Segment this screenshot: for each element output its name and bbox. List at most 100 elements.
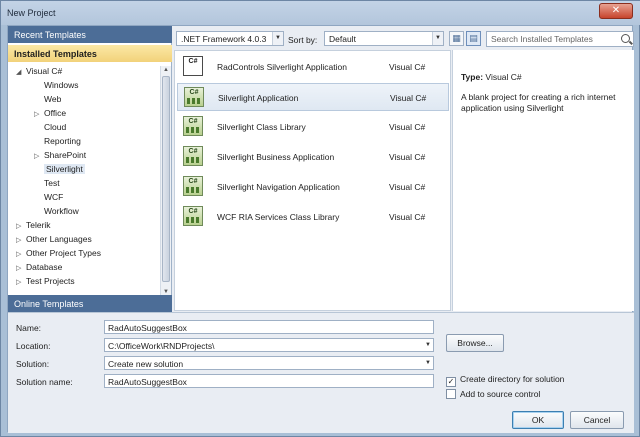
expand-arrow-icon[interactable]: ▷ — [16, 264, 26, 272]
template-language: Visual C# — [389, 62, 426, 72]
location-field[interactable]: C:\OfficeWork\RNDProjects\ ▼ — [104, 338, 434, 352]
template-row[interactable]: C# Silverlight Business Application Visual… — [177, 143, 449, 171]
close-icon: ✕ — [611, 5, 621, 16]
browse-button[interactable]: Browse... — [446, 334, 504, 352]
expand-arrow-icon[interactable]: ▷ — [16, 278, 26, 286]
search-placeholder: Search Installed Templates — [491, 34, 593, 44]
solution-value: Create new solution — [108, 359, 184, 369]
tree-item[interactable]: Windows — [34, 80, 78, 93]
search-templates-input[interactable]: Search Installed Templates — [486, 31, 634, 47]
tree-item[interactable]: ▷ Test Projects — [16, 276, 75, 289]
tree-item[interactable]: ▷ Office — [34, 108, 66, 121]
csharp-file-icon: C# — [183, 56, 203, 76]
business-app-icon: C# — [183, 146, 203, 166]
template-tree: ◢ Visual C# Windows Web ▷ Office Cloud Reportin… — [8, 66, 160, 294]
expand-arrow-icon[interactable]: ▷ — [34, 110, 44, 118]
chevron-down-icon: ▼ — [425, 360, 431, 366]
create-directory-label: Create directory for solution — [460, 374, 565, 384]
tree-item-label: Telerik — [26, 220, 51, 230]
tree-item[interactable]: Test — [34, 178, 60, 191]
template-row[interactable]: C# WCF RIA Services Class Library Visual C… — [177, 203, 449, 231]
tree-item-label: Workflow — [44, 206, 79, 216]
description-type: Type: Visual C# — [461, 72, 522, 82]
template-description: Type: Visual C# A blank project for crea… — [452, 50, 634, 311]
recent-templates-header[interactable]: Recent Templates — [8, 26, 172, 43]
close-button[interactable]: ✕ — [599, 3, 633, 19]
online-templates-header[interactable]: Online Templates — [8, 295, 172, 312]
expand-arrow-icon[interactable]: ▷ — [16, 222, 26, 230]
name-field[interactable]: RadAutoSuggestBox — [104, 320, 434, 334]
checkbox-box[interactable]: ✓ — [446, 377, 456, 387]
tree-item-label: Reporting — [44, 136, 81, 146]
tree-item[interactable]: Workflow — [34, 206, 79, 219]
name-value: RadAutoSuggestBox — [108, 323, 187, 333]
title-bar[interactable]: New Project ✕ — [1, 1, 640, 25]
expand-arrow-icon[interactable]: ▷ — [16, 236, 26, 244]
solution-name-field[interactable]: RadAutoSuggestBox — [104, 374, 434, 388]
tree-item[interactable]: Web — [34, 94, 61, 107]
ok-button[interactable]: OK — [512, 411, 564, 429]
template-row[interactable]: C# Silverlight Class Library Visual C# — [177, 113, 449, 141]
tree-item[interactable]: ▷ Telerik — [16, 220, 51, 233]
template-name: RadControls Silverlight Application — [217, 62, 347, 72]
tree-item-label: Other Languages — [26, 234, 92, 244]
scroll-thumb[interactable] — [162, 76, 170, 282]
grid-view-icon: ▦ — [452, 33, 461, 43]
create-directory-checkbox[interactable]: ✓ Create directory for solution — [446, 374, 564, 387]
solution-select[interactable]: Create new solution ▼ — [104, 356, 434, 370]
type-value: Visual C# — [485, 72, 522, 82]
checkbox-box[interactable] — [446, 389, 456, 399]
template-navigation: Recent Templates Installed Templates ◢ Vi… — [8, 26, 172, 311]
chevron-down-icon: ▼ — [272, 32, 283, 45]
icon-bars — [186, 127, 200, 133]
framework-value: .NET Framework 4.0.3 — [181, 34, 267, 44]
tree-item[interactable]: ▷ Other Project Types — [16, 248, 101, 261]
new-project-window: New Project ✕ Recent Templates Installed… — [0, 0, 640, 437]
template-row[interactable]: C# RadControls Silverlight Application Vis… — [177, 53, 449, 81]
tree-scrollbar[interactable]: ▲ ▼ — [160, 66, 171, 296]
tree-item-label: Web — [44, 94, 62, 104]
framework-select[interactable]: .NET Framework 4.0.3 ▼ — [176, 31, 284, 46]
icon-bars — [186, 157, 200, 163]
expand-arrow-icon[interactable]: ▷ — [34, 152, 44, 160]
type-label: Type: — [461, 72, 484, 82]
sortby-value: Default — [329, 34, 356, 44]
template-row[interactable]: C# Silverlight Navigation Application Visu… — [177, 173, 449, 201]
tree-item[interactable]: WCF — [34, 192, 63, 205]
medium-icons-view-button[interactable]: ▤ — [466, 31, 481, 46]
navigation-app-icon: C# — [183, 176, 203, 196]
scroll-up-icon[interactable]: ▲ — [163, 67, 169, 73]
description-text: A blank project for creating a rich inte… — [461, 92, 616, 113]
tree-item-label: Other Project Types — [26, 248, 101, 258]
ria-library-icon: C# — [183, 206, 203, 226]
tree-item[interactable]: Reporting — [34, 136, 81, 149]
cancel-button[interactable]: Cancel — [570, 411, 624, 429]
sortby-select[interactable]: Default ▼ — [324, 31, 444, 46]
source-control-label: Add to source control — [460, 389, 541, 399]
tree-item-label: Cloud — [44, 122, 67, 132]
template-name: Silverlight Business Application — [217, 152, 335, 162]
source-control-checkbox[interactable]: Add to source control — [446, 389, 540, 399]
tree-item[interactable]: ▷ SharePoint — [34, 150, 86, 163]
template-language: Visual C# — [389, 212, 426, 222]
template-list: C# RadControls Silverlight Application Vis… — [174, 50, 451, 311]
tree-item[interactable]: ▷ Other Languages — [16, 234, 92, 247]
template-language: Visual C# — [389, 182, 426, 192]
tree-item-label: WCF — [44, 192, 64, 202]
search-icon[interactable] — [621, 34, 630, 43]
chevron-down-icon: ▼ — [425, 342, 431, 348]
tree-item-label: Silverlight — [44, 164, 85, 174]
template-row[interactable]: C# Silverlight Application Visual C# — [177, 83, 449, 111]
tree-item[interactable]: ▷ Database — [16, 262, 62, 275]
template-language: Visual C# — [389, 152, 426, 162]
small-icons-view-button[interactable]: ▦ — [449, 31, 464, 46]
tree-item[interactable]: Cloud — [34, 122, 66, 135]
expand-arrow-icon[interactable]: ◢ — [16, 68, 26, 76]
tree-item[interactable]: Silverlight — [34, 164, 85, 177]
solution-name-label: Solution name: — [16, 377, 73, 387]
template-name: Silverlight Application — [218, 93, 299, 103]
template-name: WCF RIA Services Class Library — [217, 212, 340, 222]
tree-item[interactable]: ◢ Visual C# — [16, 66, 62, 79]
expand-arrow-icon[interactable]: ▷ — [16, 250, 26, 258]
installed-templates-header[interactable]: Installed Templates — [8, 45, 172, 62]
